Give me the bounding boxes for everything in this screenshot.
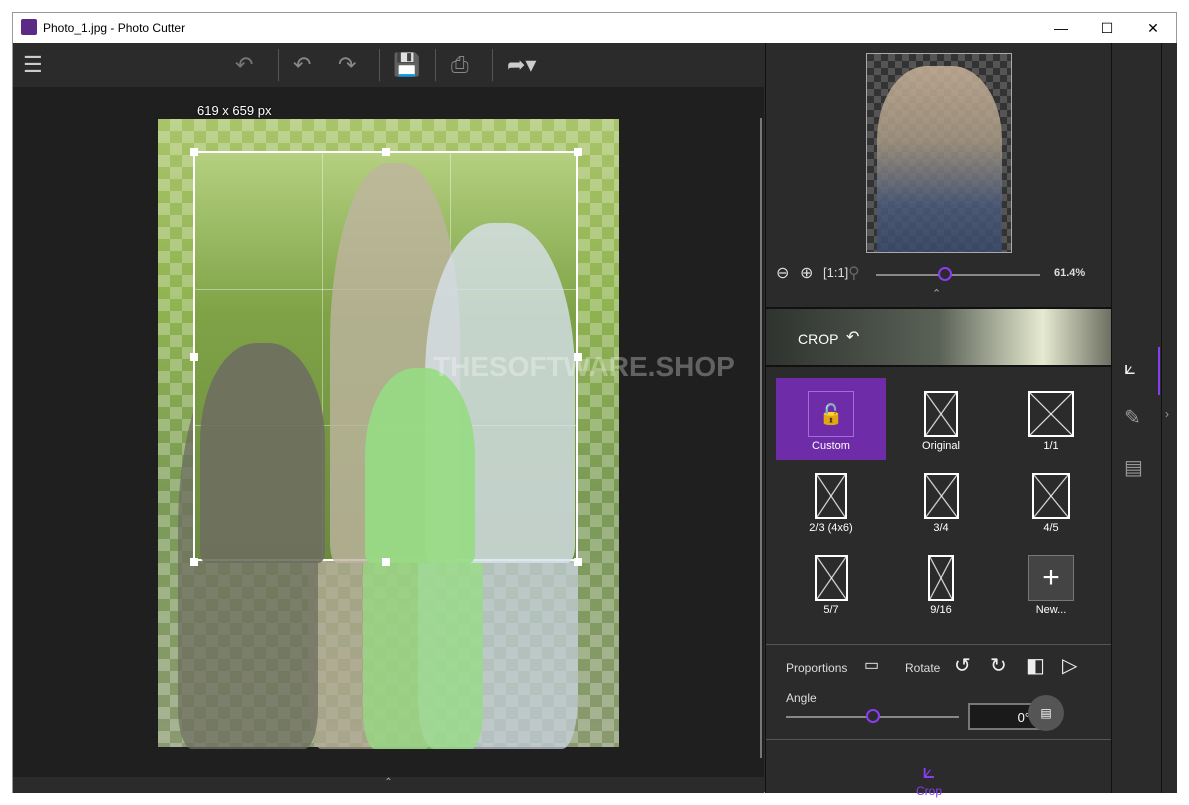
app-window: Photo_1.jpg - Photo Cutter — ☐ ✕ ☰ ↶ ↶ ↷… — [12, 12, 1177, 798]
unlock-icon: 🔓 — [808, 391, 854, 437]
flip-horizontal-icon[interactable]: ◧ — [1026, 653, 1045, 678]
rotate-label: Rotate — [905, 661, 941, 675]
undo-icon[interactable]: ↶ — [293, 53, 311, 77]
crop-handle[interactable] — [382, 148, 390, 156]
crop-tool-icon[interactable]: ⟀ — [1124, 357, 1136, 380]
image-icon[interactable]: ▤ — [1124, 455, 1143, 480]
angle-slider-knob[interactable] — [865, 709, 880, 723]
menu-icon[interactable]: ☰ — [23, 53, 43, 77]
crop-handle[interactable] — [574, 558, 582, 566]
preset-label: 3/4 — [933, 522, 949, 534]
save-icon[interactable]: 💾 — [393, 53, 420, 77]
tab-crop[interactable]: ⟀ Crop — [916, 758, 942, 798]
divider — [435, 49, 436, 81]
canvas[interactable]: 619 x 659 px THESOFTWARE.SHOP — [13, 87, 764, 777]
preset-label: 2/3 (4x6) — [809, 522, 853, 534]
divider — [278, 49, 279, 81]
app-icon — [21, 19, 37, 35]
ratio-icon — [923, 473, 959, 519]
title-bar: Photo_1.jpg - Photo Cutter — ☐ ✕ — [13, 13, 1176, 43]
crop-icon: ⟀ — [922, 758, 936, 783]
crop-dimensions: 619 x 659 px — [197, 103, 272, 118]
preset-grid: 🔓 Custom Original 1/1 2/3 (4x6) 3/4 4/5 5… — [776, 378, 1106, 624]
preset-1-1[interactable]: 1/1 — [996, 378, 1106, 460]
zoom-out-icon[interactable]: ⊖ — [776, 263, 789, 283]
reset-icon[interactable]: ↶ — [846, 327, 859, 347]
image-icon — [924, 391, 958, 437]
toolbar: ☰ ↶ ↶ ↷ 💾 ⎙ ➦▾ — [13, 43, 764, 87]
divider — [766, 739, 1112, 740]
preset-new[interactable]: + New... — [996, 542, 1106, 624]
actual-size-button[interactable]: [1:1] — [823, 265, 848, 280]
crop-handle[interactable] — [190, 148, 198, 156]
panel-scrollbar[interactable]: › — [1161, 43, 1177, 793]
pencil-icon[interactable]: ✎ — [1124, 405, 1141, 430]
zoom-controls: ⊖ ⊕ [1:1] ⚲ 61.4% — [776, 265, 1106, 285]
crop-title: CROP — [798, 331, 839, 347]
preset-label: 4/5 — [1043, 522, 1059, 534]
close-button[interactable]: ✕ — [1130, 13, 1176, 43]
preset-label: 5/7 — [823, 604, 839, 616]
crop-banner: CROP ↶ — [766, 307, 1112, 367]
tab-crop-label: Crop — [916, 784, 943, 798]
preset-label: New... — [1035, 604, 1067, 616]
plus-icon: + — [1028, 555, 1074, 601]
ratio-icon — [928, 555, 954, 601]
minimize-button[interactable]: — — [1038, 13, 1084, 43]
preset-label: 1/1 — [1043, 440, 1059, 452]
preset-custom[interactable]: 🔓 Custom — [776, 378, 886, 460]
expand-chevron-icon[interactable]: › — [1165, 407, 1169, 421]
undo-all-icon[interactable]: ↶ — [235, 53, 253, 77]
ratio-icon — [1028, 391, 1074, 437]
rotate-right-icon[interactable]: ↻ — [990, 653, 1007, 678]
preset-9-16[interactable]: 9/16 — [886, 542, 996, 624]
crop-handle[interactable] — [190, 353, 198, 361]
active-indicator — [1158, 347, 1160, 395]
proportions-icon[interactable]: ▭ — [864, 655, 879, 675]
redo-icon[interactable]: ↷ — [338, 53, 356, 77]
collapse-icon[interactable]: ⌃ — [932, 287, 941, 300]
canvas-scrollbar[interactable] — [760, 118, 762, 758]
preset-5-7[interactable]: 5/7 — [776, 542, 886, 624]
window-title: Photo_1.jpg - Photo Cutter — [43, 21, 186, 35]
zoom-slider[interactable] — [876, 274, 1040, 276]
preset-3-4[interactable]: 3/4 — [886, 460, 996, 542]
tool-strip: ⟀ ✎ ▤ — [1111, 43, 1161, 793]
flip-vertical-icon[interactable]: ▷ — [1062, 653, 1077, 678]
bottom-expand-button[interactable]: ⌃ — [13, 777, 764, 793]
rotate-left-icon[interactable]: ↺ — [954, 653, 971, 678]
watermark: THESOFTWARE.SHOP — [433, 351, 735, 382]
maximize-button[interactable]: ☐ — [1084, 13, 1130, 43]
divider — [766, 644, 1112, 645]
preset-label: Original — [922, 440, 960, 452]
ratio-icon — [1032, 473, 1070, 519]
preview-thumbnail[interactable] — [866, 53, 1012, 253]
zoom-slider-knob[interactable] — [937, 267, 952, 281]
preset-label: Custom — [812, 440, 850, 452]
print-icon[interactable]: ⎙ — [451, 53, 469, 77]
ratio-icon — [815, 473, 847, 519]
zoom-value: 61.4% — [1054, 267, 1086, 279]
divider — [379, 49, 380, 81]
angle-label: Angle — [786, 691, 817, 705]
fit-icon[interactable]: ⚲ — [848, 263, 860, 283]
side-panel: ⊖ ⊕ [1:1] ⚲ 61.4% ⌃ CROP ↶ 🔓 Custom Origi… — [765, 43, 1112, 798]
share-icon[interactable]: ➦▾ — [507, 53, 536, 77]
ratio-icon — [814, 555, 848, 601]
level-button[interactable]: ▤ — [1028, 695, 1064, 731]
proportions-label: Proportions — [786, 661, 848, 675]
crop-handle[interactable] — [382, 558, 390, 566]
zoom-in-icon[interactable]: ⊕ — [800, 263, 813, 283]
preset-4-5[interactable]: 4/5 — [996, 460, 1106, 542]
divider — [492, 49, 493, 81]
crop-handle[interactable] — [574, 148, 582, 156]
crop-handle[interactable] — [190, 558, 198, 566]
preset-original[interactable]: Original — [886, 378, 996, 460]
preset-label: 9/16 — [930, 604, 952, 616]
preset-2-3[interactable]: 2/3 (4x6) — [776, 460, 886, 542]
